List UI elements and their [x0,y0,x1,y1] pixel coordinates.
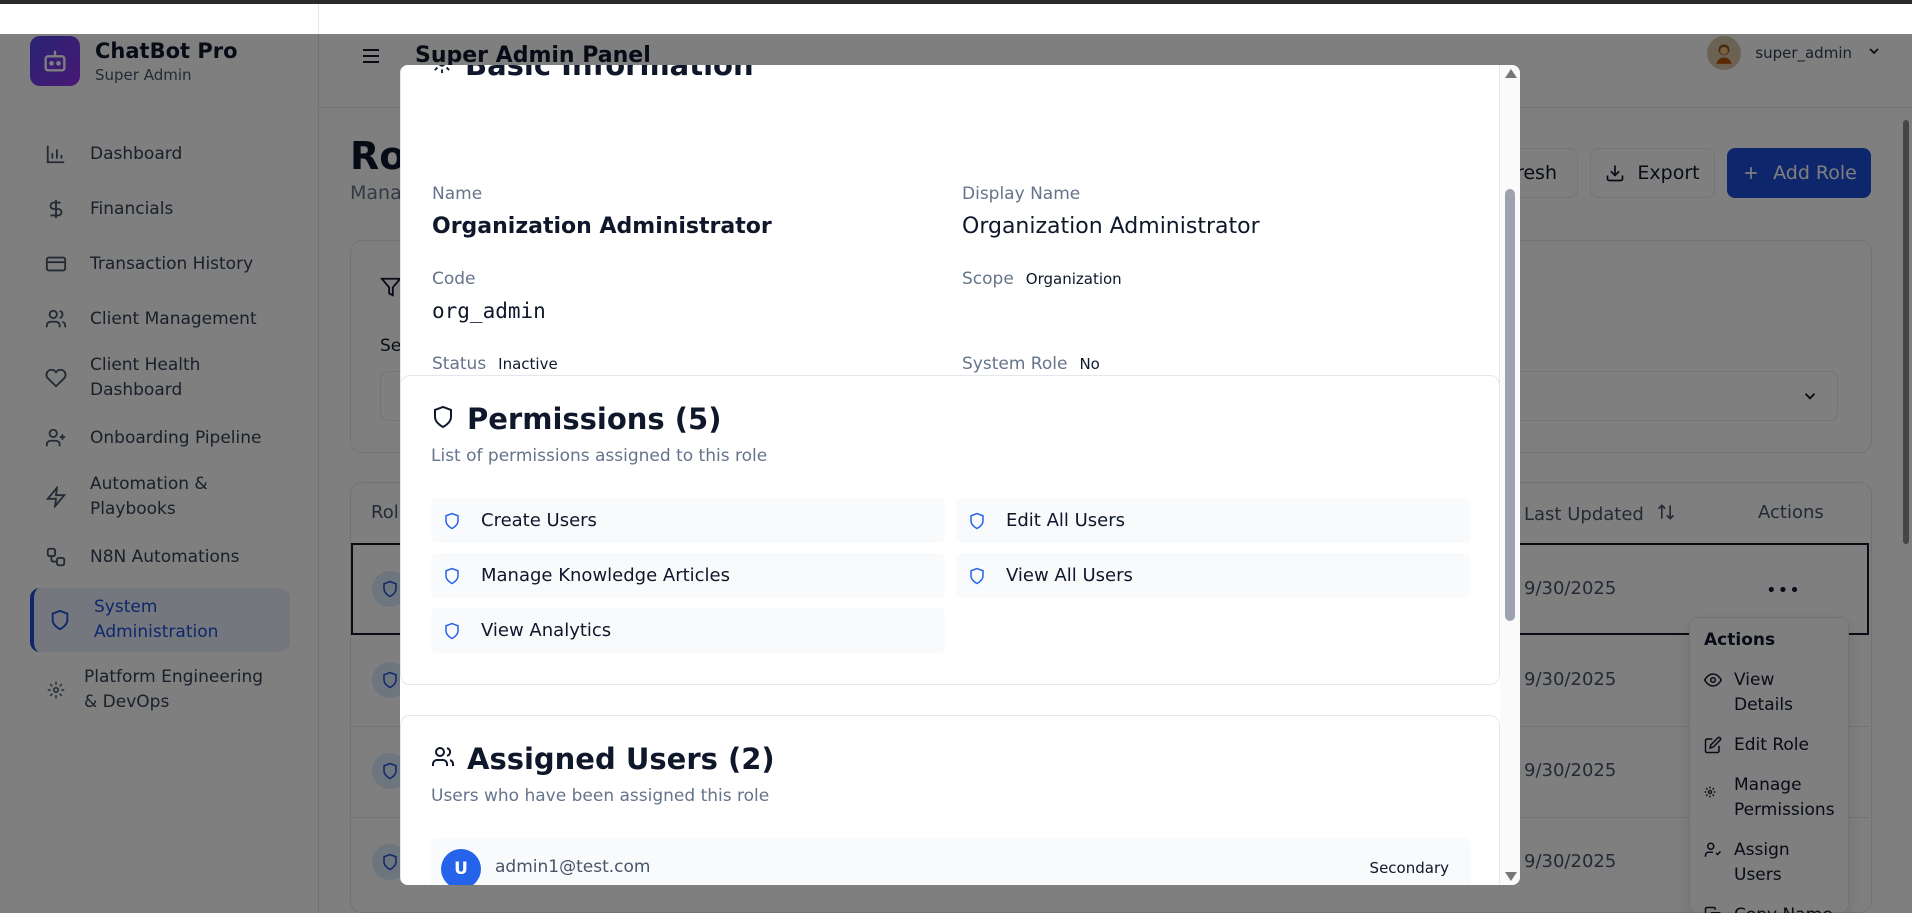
status-field: Status Inactive [432,354,558,374]
basic-info-header: Basic Information [431,65,754,82]
name-value: Organization Administrator [432,214,772,239]
assigned-users-title: Assigned Users (2) [467,742,775,776]
system-role-value: No [1079,355,1100,373]
permissions-description: List of permissions assigned to this rol… [431,446,768,466]
browser-strip [0,4,1912,34]
scope-label: Scope [962,269,1014,289]
scroll-up-icon[interactable] [1505,69,1517,78]
permission-item: Create Users [431,498,945,543]
permission-label: View All Users [1006,565,1133,586]
scope-field: Scope Organization [962,269,1122,289]
permission-item: Edit All Users [956,498,1470,543]
basic-info-title: Basic Information [465,65,754,82]
gear-icon [431,65,453,78]
scroll-down-icon[interactable] [1505,872,1517,881]
status-label: Status [432,354,487,374]
strip-divider [318,4,319,34]
name-label: Name [432,184,483,204]
modal-scrollbar[interactable] [1500,65,1520,885]
shield-icon [968,511,988,531]
permissions-header: Permissions (5) [431,402,721,436]
modal-content: Basic Information Name Organization Admi… [400,65,1500,885]
assigned-users-header: Assigned Users (2) [431,742,775,776]
permissions-title: Permissions (5) [467,402,722,436]
role-type-badge: Secondary [1369,859,1449,877]
basic-info-card: Basic Information Name Organization Admi… [400,65,1500,409]
code-label: Code [432,269,476,289]
permission-label: Manage Knowledge Articles [481,565,731,586]
permission-item: Manage Knowledge Articles [431,553,945,598]
modal-scrollbar-thumb[interactable] [1505,189,1515,621]
shield-icon [443,621,463,641]
permissions-card: Permissions (5) List of permissions assi… [400,375,1500,685]
display-name-value: Organization Administrator [962,214,1260,239]
status-value: Inactive [498,355,558,373]
permission-label: Create Users [481,510,597,531]
scope-value: Organization [1025,270,1122,288]
system-role-field: System Role No [962,354,1100,374]
shield-icon [443,566,463,586]
permission-label: Edit All Users [1006,510,1126,531]
permission-item: View All Users [956,553,1470,598]
role-details-modal: Basic Information Name Organization Admi… [400,65,1520,885]
permission-label: View Analytics [481,620,612,641]
shield-icon [443,511,463,531]
display-name-label: Display Name [962,184,1081,204]
shield-icon [968,566,988,586]
code-value: org_admin [432,299,546,323]
system-role-label: System Role [962,354,1068,374]
permission-item: View Analytics [431,608,945,653]
users-icon [431,745,455,773]
assigned-user-row: U admin1@test.com Secondary [431,838,1471,885]
assigned-users-description: Users who have been assigned this role [431,786,770,806]
user-email: admin1@test.com [495,857,651,877]
avatar: U [441,849,481,885]
assigned-users-card: Assigned Users (2) Users who have been a… [400,715,1500,885]
shield-icon [431,405,455,433]
